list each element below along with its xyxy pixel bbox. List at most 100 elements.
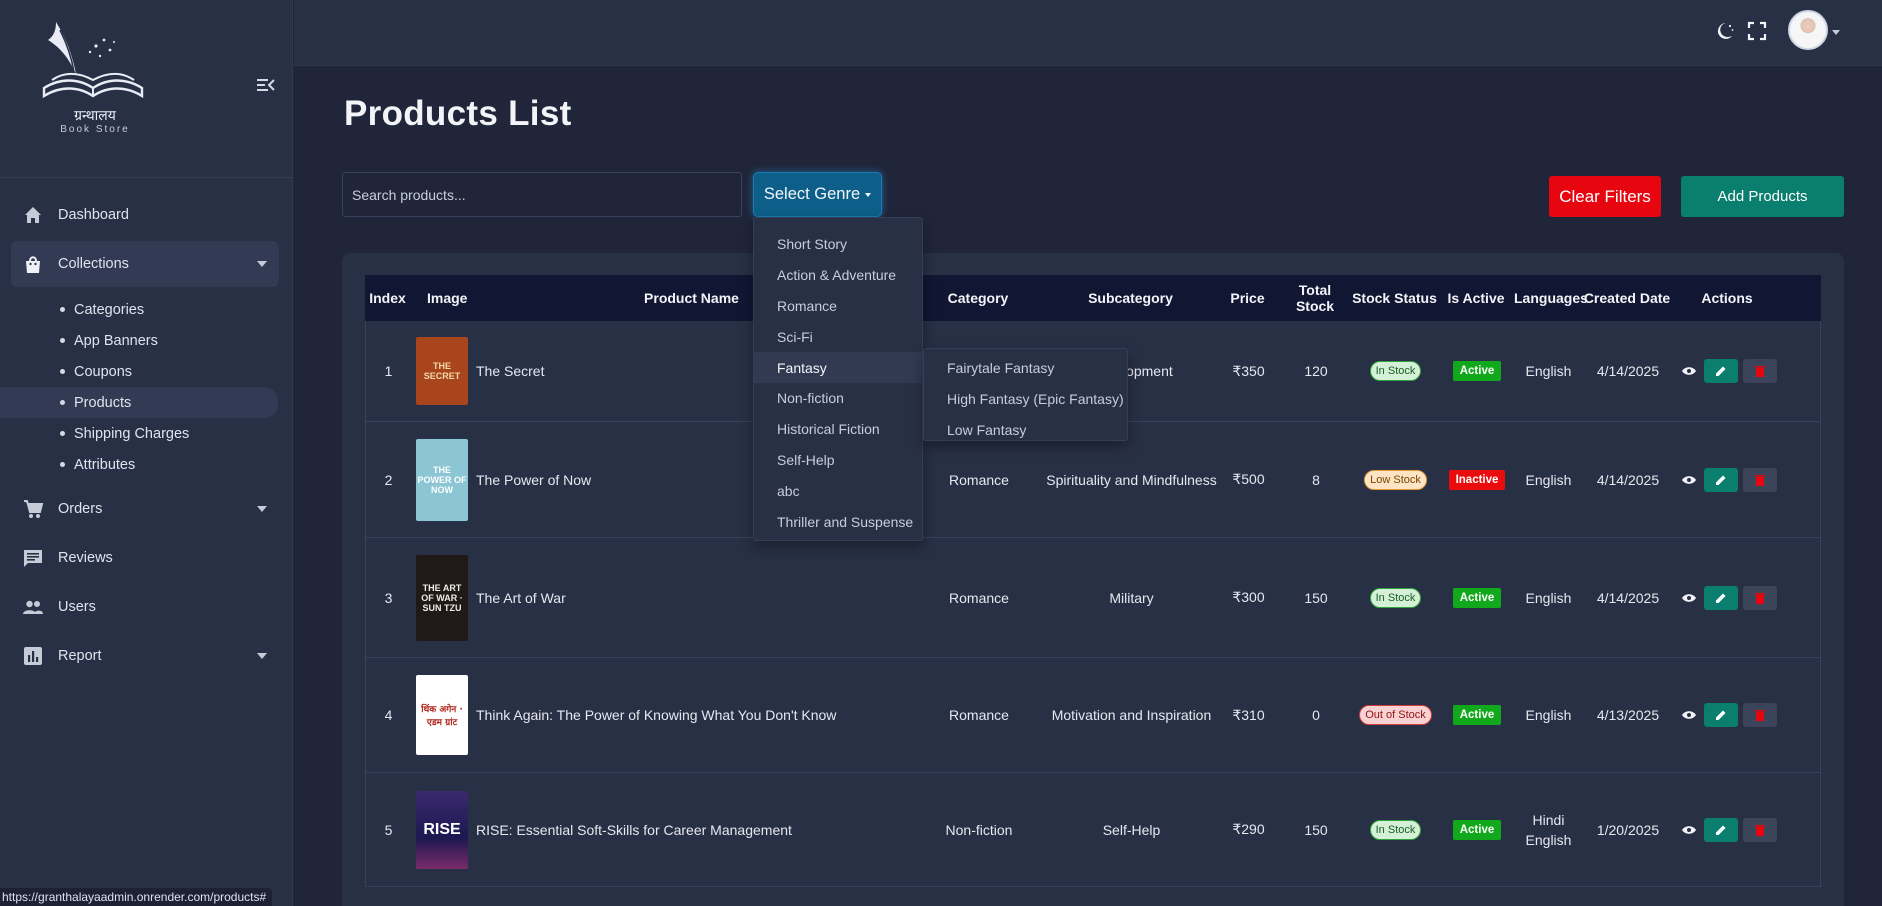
created-date: 1/20/2025 <box>1596 821 1660 838</box>
product-image: THE SECRET <box>411 337 473 405</box>
sidebar-item-dashboard[interactable]: Dashboard <box>0 192 293 238</box>
active-status-badge: Active <box>1452 819 1502 840</box>
product-name: RISE: Essential Soft-Skills for Career M… <box>476 821 792 838</box>
shopping-bag-icon <box>22 253 44 275</box>
delete-button[interactable] <box>1743 359 1777 383</box>
active-status-badge: Active <box>1452 587 1502 608</box>
product-languages: English <box>1525 589 1572 606</box>
chart-icon <box>22 645 44 667</box>
sidebar-item-report[interactable]: Report <box>0 633 293 679</box>
table-row[interactable]: 5 RISE RISE: Essential Soft-Skills for C… <box>365 773 1821 887</box>
view-icon[interactable] <box>1679 470 1699 490</box>
table-row[interactable]: 3 THE ART OF WAR · SUN TZU The Art of Wa… <box>365 538 1821 658</box>
sidebar-item-reviews[interactable]: Reviews <box>0 535 293 581</box>
row-index: 1 <box>384 363 393 379</box>
chevron-down-icon <box>257 506 267 512</box>
product-stock: 120 <box>1304 363 1328 379</box>
collapse-menu-icon[interactable] <box>256 76 276 94</box>
stock-status-badge: Out of Stock <box>1359 705 1432 725</box>
status-bar-url: https://granthalayaadmin.onrender.com/pr… <box>0 888 273 906</box>
book-cover: THE POWER OF NOW <box>416 438 468 521</box>
view-icon[interactable] <box>1679 361 1699 381</box>
sidebar-item-app-banners[interactable]: App Banners <box>0 325 293 356</box>
sidebar-item-attributes[interactable]: Attributes <box>0 449 293 480</box>
product-subcategory: Spirituality and Mindfulness <box>1046 471 1217 488</box>
sidebar-item-coupons[interactable]: Coupons <box>0 356 293 387</box>
fullscreen-icon[interactable] <box>1746 20 1768 42</box>
genre-option[interactable]: Romance <box>754 291 922 322</box>
edit-button[interactable] <box>1704 467 1738 492</box>
book-cover: THE ART OF WAR · SUN TZU <box>416 554 468 641</box>
stock-status-badge: In Stock <box>1369 587 1422 608</box>
delete-button[interactable] <box>1743 467 1777 492</box>
users-icon <box>22 596 44 618</box>
delete-button[interactable] <box>1743 585 1777 610</box>
product-category: Romance <box>949 707 1009 723</box>
sidebar-item-label: Report <box>58 648 102 664</box>
chevron-down-icon <box>865 192 872 197</box>
cover-text: THE SECRET <box>423 361 461 381</box>
genre-option[interactable]: Short Story <box>754 229 922 260</box>
product-stock: 0 <box>1312 707 1320 723</box>
genre-option[interactable]: abc <box>754 475 922 506</box>
search-input[interactable] <box>342 172 742 217</box>
genre-dropdown-menu: Short Story Action & Adventure Romance S… <box>753 217 923 541</box>
product-category: Romance <box>949 471 1009 488</box>
select-genre-button[interactable]: Select Genre <box>753 172 882 217</box>
column-header: Is Active <box>1447 290 1505 306</box>
edit-button[interactable] <box>1704 585 1738 610</box>
collections-submenu: Categories App Banners Coupons Products … <box>0 290 293 486</box>
subgenre-option[interactable]: Low Fantasy <box>924 414 1127 445</box>
logo-area: ग्रन्थालय Book Store <box>0 0 292 178</box>
view-icon[interactable] <box>1679 820 1699 840</box>
add-products-button[interactable]: Add Products <box>1681 176 1844 217</box>
sidebar-item-collections[interactable]: Collections <box>11 241 279 287</box>
column-header: Actions <box>1701 290 1753 306</box>
active-status-badge: Inactive <box>1448 469 1506 490</box>
subgenre-option[interactable]: Fairytale Fantasy <box>924 352 1127 383</box>
delete-button[interactable] <box>1743 817 1777 842</box>
stock-status-badge: In Stock <box>1369 819 1422 840</box>
genre-option[interactable]: Sci-Fi <box>754 321 922 352</box>
genre-option[interactable]: Self-Help <box>754 445 922 476</box>
chevron-down-icon <box>257 653 267 659</box>
cover-text: THE POWER OF NOW <box>417 464 467 495</box>
genre-option[interactable]: Historical Fiction <box>754 414 922 445</box>
view-icon[interactable] <box>1679 588 1699 608</box>
active-status-badge: Active <box>1452 705 1502 725</box>
product-stock: 150 <box>1304 821 1328 838</box>
sidebar-item-products[interactable]: Products <box>0 387 278 418</box>
row-index: 2 <box>384 471 393 488</box>
chevron-down-icon[interactable] <box>1832 30 1840 35</box>
sidebar-item-orders[interactable]: Orders <box>0 486 293 532</box>
clear-filters-button[interactable]: Clear Filters <box>1549 176 1661 217</box>
sidebar: ग्रन्थालय Book Store Dashboard Collectio… <box>0 0 293 906</box>
cover-text: थिंक अगेन · एडम ग्रांट <box>421 705 463 728</box>
column-header: Price <box>1230 290 1265 306</box>
row-index: 5 <box>384 821 393 838</box>
theme-toggle-icon[interactable] <box>1714 20 1736 42</box>
product-category: Non-fiction <box>945 821 1013 838</box>
sidebar-item-shipping-charges[interactable]: Shipping Charges <box>0 418 293 449</box>
page-title: Products List <box>344 94 572 133</box>
column-header: Total Stock <box>1295 282 1335 314</box>
avatar[interactable] <box>1788 10 1828 50</box>
book-cover: RISE <box>416 790 468 869</box>
edit-button[interactable] <box>1704 359 1738 383</box>
sidebar-item-users[interactable]: Users <box>0 584 293 630</box>
genre-option[interactable]: Non-fiction <box>754 383 922 414</box>
edit-button[interactable] <box>1704 703 1738 727</box>
view-icon[interactable] <box>1679 705 1699 725</box>
created-date: 4/14/2025 <box>1596 363 1660 379</box>
book-cover: THE SECRET <box>416 337 468 405</box>
genre-option[interactable]: Thriller and Suspense <box>754 506 922 537</box>
table-row[interactable]: 4 थिंक अगेन · एडम ग्रांट Think Again: Th… <box>365 658 1821 773</box>
product-stock: 8 <box>1312 471 1320 488</box>
subgenre-option[interactable]: High Fantasy (Epic Fantasy) <box>924 383 1127 414</box>
genre-option-fantasy[interactable]: Fantasy <box>754 352 922 383</box>
edit-button[interactable] <box>1704 817 1738 842</box>
sidebar-item-categories[interactable]: Categories <box>0 294 293 325</box>
genre-option[interactable]: Action & Adventure <box>754 260 922 291</box>
delete-button[interactable] <box>1743 703 1777 727</box>
product-price: ₹300 <box>1232 589 1265 605</box>
